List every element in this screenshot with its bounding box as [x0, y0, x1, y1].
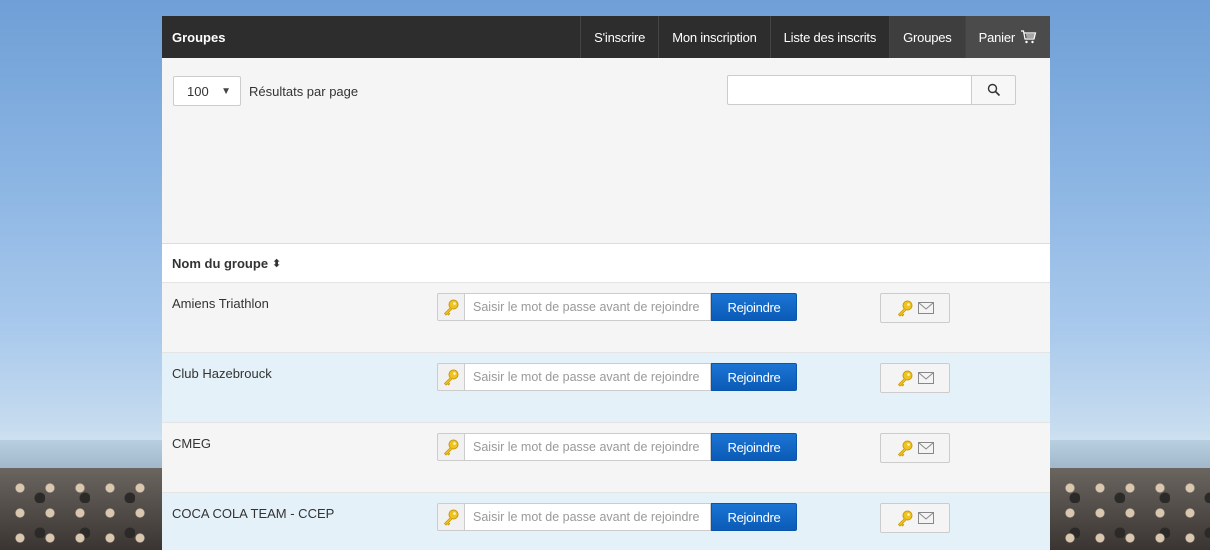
group-name: Amiens Triathlon	[172, 296, 269, 311]
join-group-form: Saisir le mot de passe avant de rejoindr…	[437, 363, 797, 391]
envelope-icon	[918, 512, 934, 524]
key-icon	[897, 370, 913, 387]
per-page-label: Résultats par page	[249, 83, 359, 99]
group-actions-button[interactable]	[880, 363, 950, 393]
envelope-icon	[918, 442, 934, 454]
search-input[interactable]	[727, 75, 972, 105]
key-icon	[443, 509, 459, 526]
join-group-form: Saisir le mot de passe avant de rejoindr…	[437, 293, 797, 321]
navbar-brand[interactable]: Groupes	[162, 16, 580, 58]
groups-table-body: Amiens Triathlon Saisir le mot de passe …	[162, 282, 1050, 550]
nav-item-sinscrire[interactable]: S'inscrire	[580, 16, 658, 58]
password-addon	[437, 363, 465, 391]
group-name: CMEG	[172, 436, 211, 451]
key-icon	[897, 510, 913, 527]
nav-item-mon-inscription[interactable]: Mon inscription	[658, 16, 769, 58]
groups-panel: Groupes S'inscrire Mon inscription Liste…	[162, 16, 1050, 550]
nav-item-panier[interactable]: Panier	[964, 16, 1050, 58]
password-input[interactable]: Saisir le mot de passe avant de rejoindr…	[465, 363, 711, 391]
group-actions-button[interactable]	[880, 503, 950, 533]
group-actions-button[interactable]	[880, 433, 950, 463]
table-row: Amiens Triathlon Saisir le mot de passe …	[162, 282, 1050, 352]
column-header-name[interactable]: Nom du groupe ⬍	[162, 243, 1050, 282]
table-row: Club Hazebrouck Saisir le mot de passe a…	[162, 352, 1050, 422]
top-navbar: Groupes S'inscrire Mon inscription Liste…	[162, 16, 1050, 58]
join-group-form: Saisir le mot de passe avant de rejoindr…	[437, 503, 797, 531]
envelope-icon	[918, 302, 934, 314]
join-button[interactable]: Rejoindre	[711, 503, 797, 531]
key-icon	[443, 439, 459, 456]
password-input[interactable]: Saisir le mot de passe avant de rejoindr…	[465, 503, 711, 531]
envelope-icon	[918, 372, 934, 384]
nav-item-groupes[interactable]: Groupes	[889, 16, 965, 58]
per-page-control: 100 ▼ Résultats par page	[173, 76, 358, 106]
password-input[interactable]: Saisir le mot de passe avant de rejoindr…	[465, 433, 711, 461]
cart-icon	[1021, 30, 1037, 44]
password-input[interactable]: Saisir le mot de passe avant de rejoindr…	[465, 293, 711, 321]
key-icon	[897, 440, 913, 457]
join-group-form: Saisir le mot de passe avant de rejoindr…	[437, 433, 797, 461]
key-icon	[443, 369, 459, 386]
password-addon	[437, 503, 465, 531]
table-row: COCA COLA TEAM - CCEP Saisir le mot de p…	[162, 492, 1050, 550]
search-button[interactable]	[972, 75, 1016, 105]
password-addon	[437, 293, 465, 321]
sort-icon: ⬍	[272, 257, 282, 270]
nav-item-liste-inscrits[interactable]: Liste des inscrits	[769, 16, 890, 58]
table-toolbar: 100 ▼ Résultats par page	[162, 58, 1050, 243]
table-row: CMEG Saisir le mot de passe avant de rej…	[162, 422, 1050, 492]
nav-item-panier-label: Panier	[978, 29, 1016, 45]
group-name: COCA COLA TEAM - CCEP	[172, 506, 335, 521]
join-button[interactable]: Rejoindre	[711, 433, 797, 461]
group-actions-button[interactable]	[880, 293, 950, 323]
per-page-value: 100	[187, 83, 209, 99]
per-page-select[interactable]: 100 ▼	[173, 76, 241, 106]
key-icon	[443, 299, 459, 316]
key-icon	[897, 300, 913, 317]
chevron-down-icon: ▼	[221, 85, 231, 97]
join-button[interactable]: Rejoindre	[711, 363, 797, 391]
search-icon	[987, 83, 1000, 97]
password-addon	[437, 433, 465, 461]
column-header-label: Nom du groupe	[172, 255, 269, 271]
search-box	[727, 75, 1016, 105]
join-button[interactable]: Rejoindre	[711, 293, 797, 321]
group-name: Club Hazebrouck	[172, 366, 272, 381]
